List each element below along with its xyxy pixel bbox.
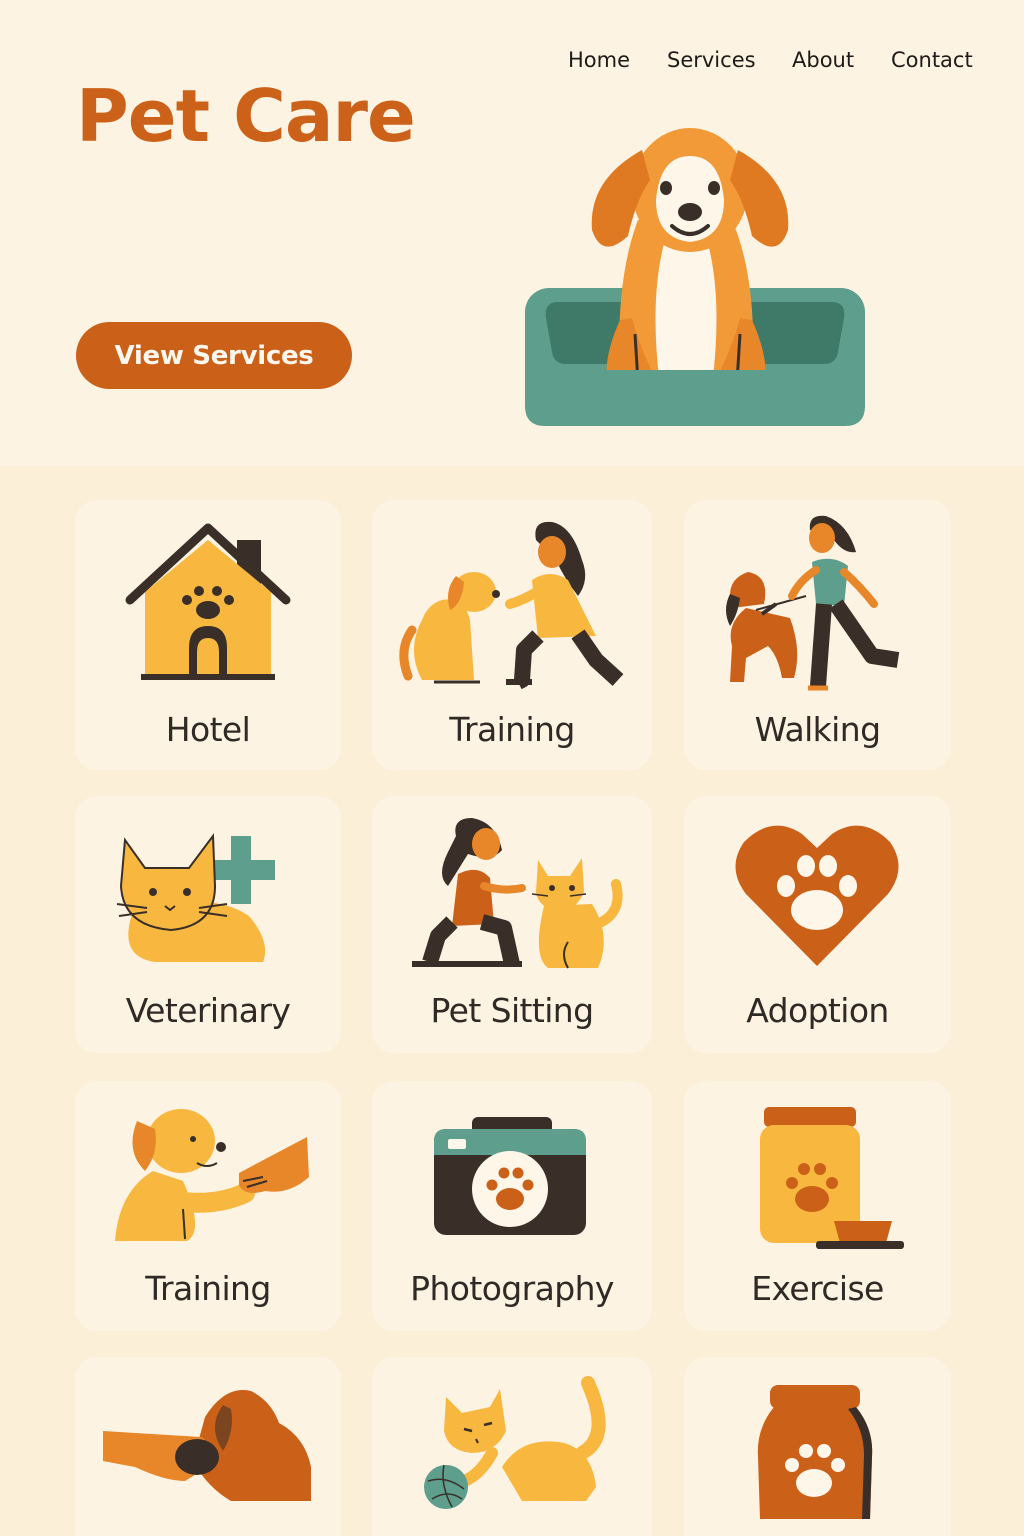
cat-with-yarn-icon xyxy=(424,1376,606,1509)
service-label: Photography xyxy=(410,1269,614,1308)
dog-in-bed-illustration xyxy=(525,128,865,426)
nav-contact-link[interactable]: Contact xyxy=(891,48,973,72)
dog-hand-shake-icon xyxy=(115,1109,309,1241)
food-jar-bowl-icon xyxy=(760,1107,904,1249)
service-card-cat-play[interactable] xyxy=(372,1357,652,1536)
service-card-hotel[interactable]: Hotel xyxy=(75,500,341,770)
nav-services-link[interactable]: Services xyxy=(667,48,756,72)
view-services-button[interactable]: View Services xyxy=(76,322,352,389)
service-card-walking[interactable]: Walking xyxy=(684,500,951,770)
nav-about-link[interactable]: About xyxy=(792,48,854,72)
woman-walking-dog-icon xyxy=(726,515,900,691)
service-card-training-2[interactable]: Training xyxy=(75,1081,341,1331)
nav-home-link[interactable]: Home xyxy=(568,48,630,72)
service-label: Walking xyxy=(754,710,881,749)
pet-food-bag-icon xyxy=(757,1385,873,1519)
service-card-veterinary[interactable]: Veterinary xyxy=(75,796,341,1053)
service-card-training[interactable]: Training xyxy=(372,500,652,770)
cat-medical-cross-icon xyxy=(116,833,275,962)
dog-house-icon xyxy=(125,523,291,680)
service-label: Exercise xyxy=(751,1269,884,1308)
service-label: Pet Sitting xyxy=(430,991,594,1030)
service-card-feeding[interactable] xyxy=(75,1357,341,1536)
service-label: Veterinary xyxy=(125,991,291,1030)
hand-feeding-dog-icon xyxy=(103,1390,311,1501)
service-label: Training xyxy=(449,710,575,749)
paw-camera-icon xyxy=(434,1117,586,1235)
service-card-photography[interactable]: Photography xyxy=(372,1081,652,1331)
hero-section: Home Services About Contact Pet Care Vie… xyxy=(0,0,1024,466)
page-title: Pet Care xyxy=(76,74,416,158)
woman-petting-cat-icon xyxy=(412,818,623,969)
service-label: Training xyxy=(145,1269,271,1308)
service-card-exercise[interactable]: Exercise xyxy=(684,1081,951,1331)
service-label: Adoption xyxy=(746,991,889,1030)
paw-heart-icon xyxy=(735,825,899,966)
woman-training-dog-icon xyxy=(399,521,624,690)
service-card-food[interactable] xyxy=(684,1357,951,1536)
service-card-pet-sitting[interactable]: Pet Sitting xyxy=(372,796,652,1053)
service-label: Hotel xyxy=(165,710,251,749)
service-card-adoption[interactable]: Adoption xyxy=(684,796,951,1053)
